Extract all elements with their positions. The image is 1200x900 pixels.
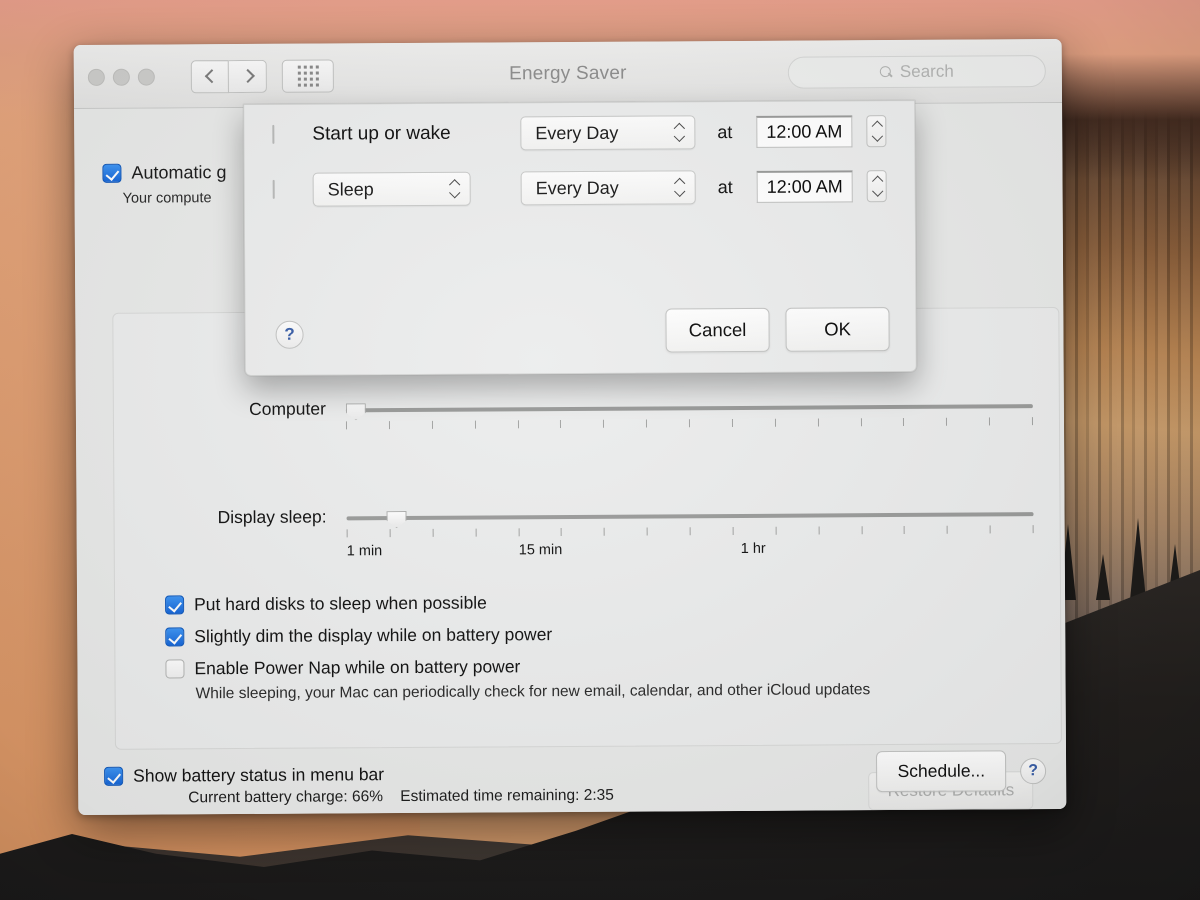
schedule-button[interactable]: Schedule...	[876, 750, 1007, 793]
sheet-action-buttons: Cancel OK	[665, 307, 890, 353]
sleep-day-value: Every Day	[535, 177, 619, 198]
computer-sleep-thumb[interactable]	[346, 403, 366, 420]
sleep-at-label: at	[717, 177, 733, 198]
chevron-updown-icon	[450, 180, 461, 198]
startup-time-field[interactable]: 12:00 AM	[756, 115, 853, 148]
computer-sleep-label: Computer	[248, 398, 326, 419]
display-sleep-label: Display sleep:	[217, 506, 327, 528]
startup-day-value: Every Day	[535, 122, 619, 143]
window-titlebar: Energy Saver Search	[73, 38, 1063, 110]
schedule-startup-row: Start up or wake Every Day at 12:00 AM	[244, 115, 914, 151]
window-footer: Show battery status in menu bar Schedule…	[104, 750, 1047, 797]
computer-sleep-slider-row[interactable]: Computer 3 hrs Never	[114, 398, 1059, 430]
display-sleep-tick-labels: 1 min 15 min 1 hr 3 hrs Never	[347, 539, 1034, 563]
startup-day-popup[interactable]: Every Day	[520, 115, 696, 151]
search-icon	[880, 66, 893, 79]
power-nap-description: While sleeping, your Mac can periodicall…	[195, 681, 871, 703]
display-sleep-ticks	[346, 525, 1034, 538]
sleep-action-popup[interactable]: Sleep	[312, 171, 471, 207]
schedule-sleep-row: Sleep Every Day at 12:00 AM	[245, 170, 915, 207]
display-sleep-thumb[interactable]	[387, 511, 407, 528]
show-battery-status-row[interactable]: Show battery status in menu bar	[104, 764, 384, 787]
computer-sleep-ticks	[345, 417, 1033, 430]
display-sleep-tick-1hr: 1 hr	[740, 540, 766, 557]
cancel-button[interactable]: Cancel	[665, 307, 770, 353]
startup-at-label: at	[717, 122, 733, 143]
sleep-day-popup[interactable]: Every Day	[520, 170, 696, 206]
sleep-time-stepper[interactable]	[866, 170, 887, 203]
footer-buttons: Schedule... ?	[876, 750, 1047, 793]
startup-or-wake-label: Start up or wake	[312, 122, 451, 145]
hard-disks-sleep-checkbox[interactable]	[165, 595, 185, 615]
option-slightly-dim-display[interactable]: Slightly dim the display while on batter…	[165, 623, 870, 647]
enable-power-nap-checkbox[interactable]	[165, 659, 185, 679]
show-battery-status-label: Show battery status in menu bar	[133, 764, 385, 786]
enable-power-nap-label: Enable Power Nap while on battery power	[194, 656, 521, 679]
sleep-time-value: 12:00 AM	[766, 176, 843, 197]
sleep-checkbox-wrap[interactable]	[272, 179, 275, 199]
hard-disks-sleep-label: Put hard disks to sleep when possible	[194, 592, 487, 615]
computer-sleep-track[interactable]	[345, 404, 1033, 413]
display-sleep-track[interactable]	[346, 512, 1034, 521]
chevron-updown-icon	[675, 178, 686, 196]
sleep-checkbox[interactable]	[272, 179, 275, 199]
display-sleep-slider-row[interactable]: Display sleep: 1 min 15 min 1 hr 3 hrs N…	[115, 506, 1060, 559]
sleep-action-value: Sleep	[327, 178, 374, 200]
sheet-help-button[interactable]: ?	[275, 320, 304, 349]
startup-time-stepper[interactable]	[866, 115, 887, 148]
option-enable-power-nap[interactable]: Enable Power Nap while on battery power	[165, 655, 870, 679]
ok-button[interactable]: OK	[785, 307, 890, 352]
automatic-graphics-switching-label: Automatic g	[131, 162, 227, 183]
automatic-graphics-switching-checkbox-row[interactable]: Automatic g	[102, 162, 227, 183]
slightly-dim-display-label: Slightly dim the display while on batter…	[194, 624, 553, 647]
automatic-graphics-switching-description: Your compute	[122, 190, 212, 207]
automatic-graphics-switching-row[interactable]: Automatic g Your compute	[102, 162, 227, 207]
option-hard-disks-sleep[interactable]: Put hard disks to sleep when possible	[165, 591, 870, 615]
slightly-dim-display-checkbox[interactable]	[165, 627, 185, 647]
startup-time-value: 12:00 AM	[766, 121, 843, 142]
chevron-updown-icon	[674, 123, 685, 141]
desktop-wallpaper: Energy Saver Search Automatic g Your com…	[0, 0, 1200, 900]
search-input[interactable]: Search	[787, 55, 1046, 89]
display-sleep-tick-15min: 15 min	[518, 542, 563, 559]
computer-sleep-tick-labels: 3 hrs Never	[346, 431, 1033, 455]
schedule-sheet-dialog: Start up or wake Every Day at 12:00 AM S…	[243, 99, 917, 377]
sleep-time-field[interactable]: 12:00 AM	[756, 170, 853, 203]
show-battery-status-checkbox[interactable]	[104, 766, 124, 786]
search-placeholder: Search	[899, 61, 954, 81]
startup-or-wake-checkbox[interactable]	[272, 124, 275, 144]
startup-checkbox-wrap[interactable]	[272, 124, 275, 144]
energy-options-group: Put hard disks to sleep when possible Sl…	[165, 591, 870, 703]
display-sleep-tick-1min: 1 min	[346, 543, 383, 560]
help-button[interactable]: ?	[1020, 757, 1047, 784]
automatic-graphics-switching-checkbox[interactable]	[102, 163, 122, 183]
